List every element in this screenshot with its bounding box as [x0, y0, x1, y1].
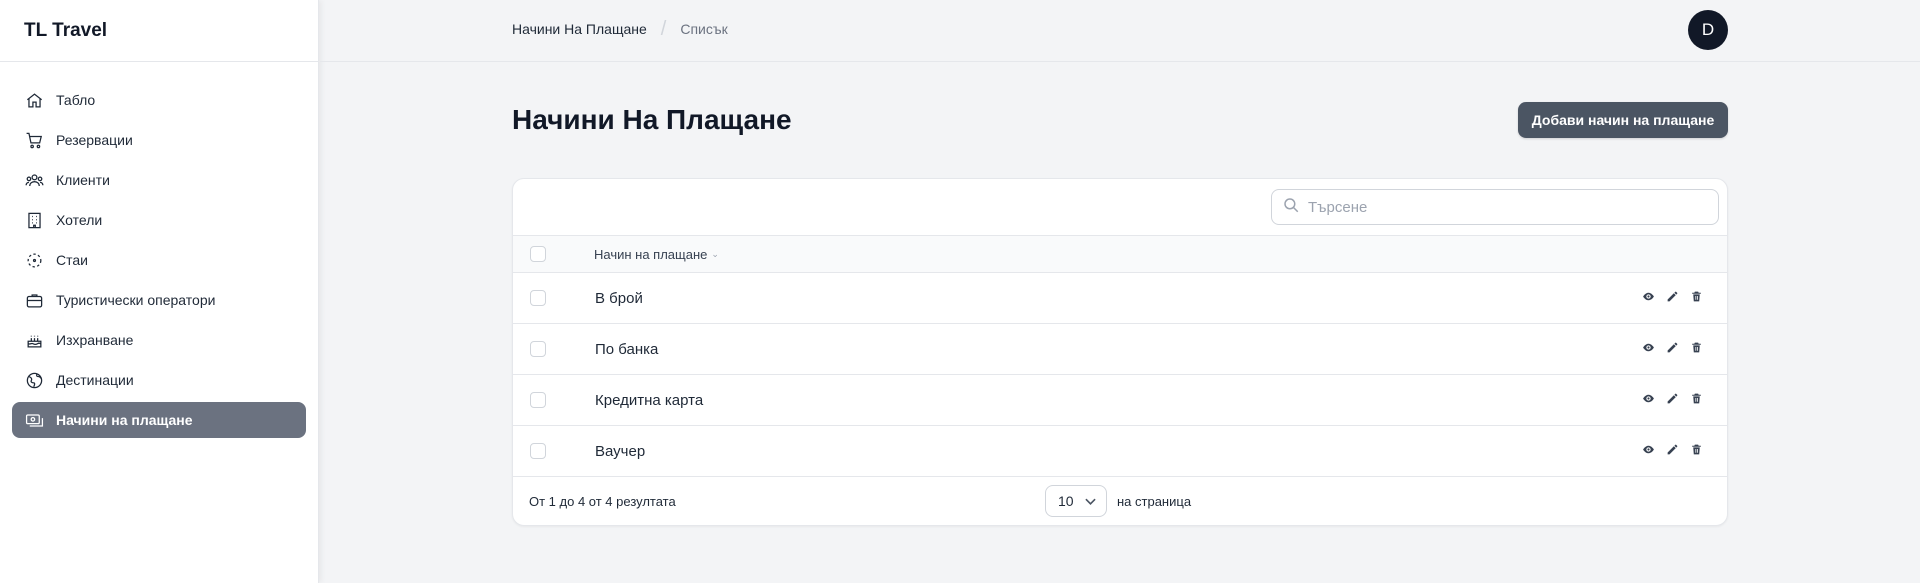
sidebar-nav: Табло Резервации Клиенти Хотели Стаи Тур… — [0, 62, 318, 438]
table-toolbar — [513, 179, 1727, 236]
chevron-down-icon — [1085, 498, 1096, 505]
row-actions — [1641, 289, 1703, 303]
per-page-select[interactable]: 10 — [1045, 485, 1107, 517]
pencil-icon[interactable] — [1665, 442, 1679, 456]
payment-method-name: По банка — [595, 340, 659, 358]
trash-icon[interactable] — [1689, 340, 1703, 354]
sidebar-item-label: Начини на плащане — [56, 412, 193, 428]
row-checkbox[interactable] — [530, 290, 546, 306]
sidebar-item-reservations[interactable]: Резервации — [12, 122, 306, 158]
sidebar-item-dashboard[interactable]: Табло — [12, 82, 306, 118]
briefcase-icon — [24, 290, 44, 310]
sidebar-item-label: Стаи — [56, 252, 88, 268]
table-footer: От 1 до 4 от 4 резултата 10 на страница — [513, 477, 1727, 525]
sidebar-item-hotels[interactable]: Хотели — [12, 202, 306, 238]
breadcrumb-separator: / — [660, 18, 667, 40]
sidebar-item-payment-methods[interactable]: Начини на плащане — [12, 402, 306, 438]
table-row[interactable]: По банка — [513, 324, 1727, 375]
dashed-circle-icon — [24, 250, 44, 270]
table-card: Начин на плащане ⌄ В брой По банка Креди… — [512, 178, 1728, 526]
sidebar: TL Travel Табло Резервации Клиенти Хотел… — [0, 0, 319, 583]
avatar[interactable]: D — [1688, 10, 1728, 50]
breadcrumb-current: Списък — [680, 21, 728, 37]
row-checkbox[interactable] — [530, 341, 546, 357]
breadcrumb-link[interactable]: Начини На Плащане — [512, 21, 647, 37]
per-page-control: 10 на страница — [1045, 485, 1191, 517]
cash-icon — [24, 410, 44, 430]
sidebar-item-catering[interactable]: Изхранване — [12, 322, 306, 358]
sidebar-item-tour-operators[interactable]: Туристически оператори — [12, 282, 306, 318]
table-row[interactable]: Ваучер — [513, 426, 1727, 477]
page-title: Начини На Плащане — [512, 104, 792, 135]
trash-icon[interactable] — [1689, 391, 1703, 405]
trash-icon[interactable] — [1689, 442, 1703, 456]
column-header-label: Начин на плащане — [594, 246, 708, 262]
eye-icon[interactable] — [1641, 391, 1655, 405]
search-box[interactable] — [1271, 189, 1719, 225]
eye-icon[interactable] — [1641, 289, 1655, 303]
pencil-icon[interactable] — [1665, 391, 1679, 405]
table-header: Начин на плащане ⌄ — [513, 236, 1727, 273]
results-summary: От 1 до 4 от 4 резултата — [529, 494, 676, 509]
sidebar-item-label: Клиенти — [56, 172, 110, 188]
row-actions — [1641, 340, 1703, 354]
payment-method-name: Ваучер — [595, 442, 646, 460]
cake-icon — [24, 330, 44, 350]
column-header-payment-method[interactable]: Начин на плащане ⌄ — [594, 247, 719, 262]
pencil-icon[interactable] — [1665, 289, 1679, 303]
users-icon — [24, 170, 44, 190]
table-row[interactable]: В брой — [513, 273, 1727, 324]
select-all-checkbox[interactable] — [530, 246, 546, 262]
brand-logo[interactable]: TL Travel — [0, 0, 318, 62]
chevron-down-icon: ⌄ — [711, 248, 719, 259]
row-checkbox[interactable] — [530, 443, 546, 459]
row-checkbox[interactable] — [530, 392, 546, 408]
sidebar-item-label: Туристически оператори — [56, 292, 216, 308]
sidebar-item-destinations[interactable]: Дестинации — [12, 362, 306, 398]
globe-icon — [24, 370, 44, 390]
sidebar-item-rooms[interactable]: Стаи — [12, 242, 306, 278]
eye-icon[interactable] — [1641, 442, 1655, 456]
table-row[interactable]: Кредитна карта — [513, 375, 1727, 426]
search-input[interactable] — [1308, 198, 1688, 216]
breadcrumb: Начини На Плащане / Списък — [512, 18, 728, 40]
search-icon — [1282, 196, 1308, 219]
pencil-icon[interactable] — [1665, 340, 1679, 354]
per-page-value: 10 — [1058, 493, 1074, 509]
eye-icon[interactable] — [1641, 340, 1655, 354]
payment-method-name: В брой — [595, 289, 643, 307]
sidebar-item-label: Дестинации — [56, 372, 134, 388]
cart-icon — [24, 130, 44, 150]
sidebar-item-label: Резервации — [56, 132, 133, 148]
payment-method-name: Кредитна карта — [595, 391, 704, 409]
sidebar-item-label: Табло — [56, 92, 96, 108]
sidebar-item-label: Изхранване — [56, 332, 134, 348]
per-page-label: на страница — [1117, 493, 1192, 509]
row-actions — [1641, 391, 1703, 405]
topbar: Начини На Плащане / Списък D — [320, 0, 1920, 62]
trash-icon[interactable] — [1689, 289, 1703, 303]
sidebar-item-clients[interactable]: Клиенти — [12, 162, 306, 198]
add-payment-method-button[interactable]: Добави начин на плащане — [1518, 102, 1728, 138]
sidebar-item-label: Хотели — [56, 212, 103, 228]
building-icon — [24, 210, 44, 230]
home-icon — [24, 90, 44, 110]
row-actions — [1641, 442, 1703, 456]
